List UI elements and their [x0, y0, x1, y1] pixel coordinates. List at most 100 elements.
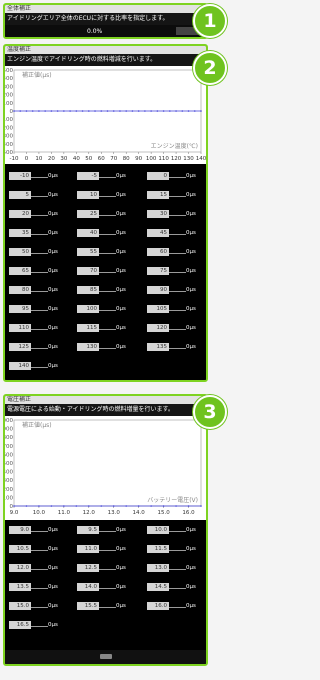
- cell-slider-track[interactable]: [31, 531, 48, 532]
- cell-x-label: 11.0: [77, 545, 99, 553]
- cell-slider-track[interactable]: [99, 531, 116, 532]
- data-point: [13, 505, 15, 507]
- data-point: [200, 505, 202, 507]
- cell-slider-track[interactable]: [99, 588, 116, 589]
- cell-value: 0μs: [48, 211, 58, 217]
- cell-slider-track[interactable]: [31, 234, 48, 235]
- voltage-correction-panel: 電圧補正 電源電圧による始動・アイドリング時の燃料増量を行います。 1000 90…: [3, 394, 208, 666]
- x-tick-label: 16.0: [182, 510, 195, 516]
- x-tick-label: 100: [146, 156, 157, 162]
- bottom-navigation-strip: [5, 650, 206, 664]
- cell-slider-track[interactable]: [99, 329, 116, 330]
- cell-slider-track[interactable]: [99, 196, 116, 197]
- cell-value: 0μs: [186, 230, 196, 236]
- cell-x-label: 10: [77, 191, 99, 199]
- cell-value: 0μs: [186, 268, 196, 274]
- cell-slider-track[interactable]: [31, 291, 48, 292]
- cell-value: 0μs: [48, 325, 58, 331]
- cell-slider-track[interactable]: [99, 234, 116, 235]
- cell-x-label: 115: [77, 324, 99, 332]
- cell-slider-track[interactable]: [31, 588, 48, 589]
- x-tick-label: -10: [10, 156, 19, 162]
- data-point: [119, 110, 121, 112]
- cell-slider-track[interactable]: [169, 177, 186, 178]
- cell-x-label: 90: [147, 286, 169, 294]
- cell-slider-track[interactable]: [99, 310, 116, 311]
- y-tick-label: 800: [5, 435, 13, 441]
- x-tick-label: 40: [73, 156, 80, 162]
- x-tick-label: 10.0: [33, 510, 46, 516]
- x-tick-label: 10: [35, 156, 42, 162]
- cell-slider-track[interactable]: [169, 550, 186, 551]
- cell-slider-track[interactable]: [31, 569, 48, 570]
- cell-slider-track[interactable]: [31, 348, 48, 349]
- cell-x-label: 120: [147, 324, 169, 332]
- cell-slider-track[interactable]: [169, 329, 186, 330]
- cell-slider-track[interactable]: [31, 272, 48, 273]
- cell-slider-track[interactable]: [99, 550, 116, 551]
- cell-value: 0μs: [48, 192, 58, 198]
- cell-slider-track[interactable]: [169, 531, 186, 532]
- cell-value: 0μs: [116, 584, 126, 590]
- cell-slider-track[interactable]: [31, 196, 48, 197]
- cell-value: 0μs: [186, 344, 196, 350]
- step-badge-3: 3: [193, 395, 227, 429]
- y-tick-label: 500: [5, 461, 13, 467]
- cell-slider-track[interactable]: [169, 215, 186, 216]
- cell-slider-track[interactable]: [99, 253, 116, 254]
- cell-slider-track[interactable]: [31, 607, 48, 608]
- cell-slider-track[interactable]: [31, 329, 48, 330]
- cell-slider-track[interactable]: [169, 310, 186, 311]
- cell-value: 0μs: [116, 344, 126, 350]
- data-point: [112, 110, 115, 112]
- cell-slider-track[interactable]: [169, 253, 186, 254]
- cell-x-label: 60: [147, 248, 169, 256]
- cell-slider-track[interactable]: [169, 607, 186, 608]
- cell-slider-track[interactable]: [31, 626, 48, 627]
- cell-x-label: 85: [77, 286, 99, 294]
- cell-slider-track[interactable]: [169, 272, 186, 273]
- cell-slider-track[interactable]: [31, 253, 48, 254]
- cell-slider-track[interactable]: [99, 272, 116, 273]
- x-tick-label: 13.0: [108, 510, 121, 516]
- cell-slider-track[interactable]: [99, 291, 116, 292]
- cell-value: 0μs: [48, 230, 58, 236]
- cell-slider-track[interactable]: [169, 348, 186, 349]
- cell-value: 0μs: [186, 287, 196, 293]
- cell-value: 0μs: [186, 546, 196, 552]
- data-point: [31, 110, 34, 112]
- ratio-progress-bar[interactable]: 0.0%: [5, 25, 206, 37]
- data-point: [193, 110, 196, 112]
- cell-x-label: 40: [77, 229, 99, 237]
- cell-slider-track[interactable]: [31, 367, 48, 368]
- data-point: [25, 505, 28, 507]
- data-point: [156, 110, 159, 112]
- cell-x-label: 100: [77, 305, 99, 313]
- data-point: [175, 505, 177, 507]
- cell-slider-track[interactable]: [99, 607, 116, 608]
- data-point: [25, 110, 28, 112]
- cell-x-label: 12.0: [9, 564, 31, 572]
- cell-slider-track[interactable]: [169, 588, 186, 589]
- data-point: [75, 110, 78, 112]
- cell-slider-track[interactable]: [31, 215, 48, 216]
- cell-slider-track[interactable]: [169, 196, 186, 197]
- cell-x-label: 95: [9, 305, 31, 313]
- data-point: [94, 110, 96, 112]
- cell-slider-track[interactable]: [169, 569, 186, 570]
- cell-slider-track[interactable]: [31, 177, 48, 178]
- x-tick-label: 9.0: [10, 510, 19, 516]
- cell-slider-track[interactable]: [31, 310, 48, 311]
- cell-slider-track[interactable]: [99, 215, 116, 216]
- cell-slider-track[interactable]: [31, 550, 48, 551]
- cell-x-label: 9.5: [77, 526, 99, 534]
- cell-slider-track[interactable]: [99, 348, 116, 349]
- cell-x-label: 11.5: [147, 545, 169, 553]
- cell-slider-track[interactable]: [99, 177, 116, 178]
- cell-slider-track[interactable]: [99, 569, 116, 570]
- cell-x-label: 55: [77, 248, 99, 256]
- cell-slider-track[interactable]: [169, 291, 186, 292]
- cell-slider-track[interactable]: [169, 234, 186, 235]
- temperature-correction-panel: 温度補正 エンジン温度でアイドリング時の燃料増減を行います。 500400300…: [3, 44, 208, 382]
- scroll-indicator[interactable]: [100, 654, 112, 659]
